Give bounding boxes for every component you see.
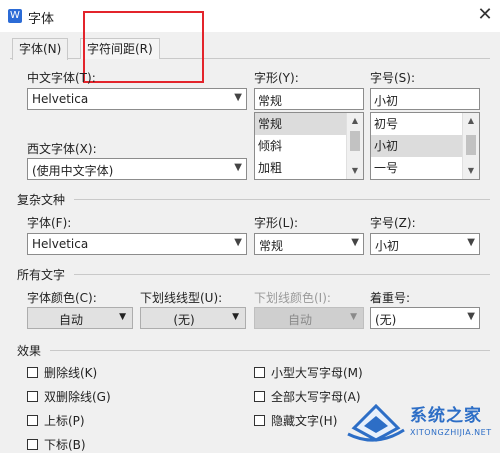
caret-down-icon[interactable]: ▼	[232, 312, 239, 322]
complex-style-value: 常规	[259, 239, 284, 253]
all-text-heading: 所有文字	[17, 268, 66, 282]
strikethrough-label[interactable]: 删除线(K)	[44, 364, 97, 381]
title-bar	[0, 0, 500, 32]
scroll-down-icon[interactable]: ▼	[463, 163, 479, 179]
list-item[interactable]: 小初	[371, 135, 465, 157]
section-divider	[50, 350, 490, 351]
small-caps-label[interactable]: 小型大写字母(M)	[271, 364, 363, 381]
complex-font-value: Helvetica	[32, 237, 89, 251]
hidden-text-checkbox[interactable]	[254, 415, 265, 426]
double-strikethrough-label[interactable]: 双删除线(G)	[44, 388, 111, 405]
chevron-down-icon[interactable]: ▼	[467, 311, 475, 322]
emphasis-mark-label: 着重号:	[370, 291, 411, 305]
chevron-down-icon[interactable]: ▼	[234, 162, 242, 173]
list-item[interactable]: 一号	[371, 157, 465, 179]
underline-color-dropdown: 自动 ▼	[254, 307, 364, 329]
scroll-up-icon[interactable]: ▲	[463, 113, 479, 129]
west-font-label: 西文字体(X):	[27, 142, 97, 156]
font-color-dropdown[interactable]: 自动 ▼	[27, 307, 133, 329]
wps-app-icon: W	[8, 9, 22, 23]
chevron-down-icon[interactable]: ▼	[467, 237, 475, 248]
font-style-scrollbar[interactable]: ▲ ▼	[346, 113, 363, 179]
emphasis-mark-value: (无)	[375, 313, 397, 327]
font-size-value: 小初	[374, 94, 399, 108]
underline-color-value: 自动	[287, 313, 312, 327]
chevron-down-icon[interactable]: ▼	[234, 237, 242, 248]
superscript-label[interactable]: 上标(P)	[44, 412, 85, 429]
complex-size-combo[interactable]: 小初 ▼	[370, 233, 480, 255]
complex-size-value: 小初	[375, 239, 400, 253]
watermark-name: 系统之家	[410, 406, 482, 426]
close-icon[interactable]: ✕	[474, 4, 496, 26]
small-caps-checkbox[interactable]	[254, 367, 265, 378]
scroll-thumb[interactable]	[466, 135, 476, 155]
font-style-label: 字形(Y):	[254, 71, 299, 85]
complex-heading: 复杂文种	[17, 193, 66, 207]
font-size-list[interactable]: 初号 小初 一号 ▲ ▼	[370, 112, 480, 180]
window-title: 字体	[28, 12, 55, 27]
superscript-checkbox[interactable]	[27, 415, 38, 426]
subscript-checkbox[interactable]	[27, 439, 38, 450]
highlight-annotation-box	[83, 11, 204, 83]
chevron-down-icon[interactable]: ▼	[351, 237, 359, 248]
cn-font-label: 中文字体(T):	[27, 71, 96, 85]
list-item[interactable]: 初号	[371, 113, 465, 135]
font-size-label: 字号(S):	[370, 71, 416, 85]
all-caps-checkbox[interactable]	[254, 391, 265, 402]
complex-style-combo[interactable]: 常规 ▼	[254, 233, 364, 255]
west-font-combo[interactable]: (使用中文字体) ▼	[27, 158, 247, 180]
cn-font-value: Helvetica	[32, 92, 89, 106]
scroll-up-icon[interactable]: ▲	[347, 113, 363, 129]
watermark-domain: XITONGZHIJIA.NET	[410, 428, 492, 437]
subscript-label[interactable]: 下标(B)	[44, 436, 86, 453]
list-item[interactable]: 倾斜	[255, 135, 349, 157]
effects-heading: 效果	[17, 344, 42, 358]
font-size-scrollbar[interactable]: ▲ ▼	[462, 113, 479, 179]
emphasis-mark-combo[interactable]: (无) ▼	[370, 307, 480, 329]
caret-down-icon: ▼	[350, 312, 357, 322]
underline-style-label: 下划线线型(U):	[140, 291, 223, 305]
scroll-thumb[interactable]	[350, 131, 360, 151]
watermark-logo-icon	[347, 403, 405, 442]
underline-style-dropdown[interactable]: (无) ▼	[140, 307, 246, 329]
chevron-down-icon[interactable]: ▼	[234, 92, 242, 103]
complex-font-label: 字体(F):	[27, 216, 72, 230]
font-style-value: 常规	[258, 94, 283, 108]
list-item[interactable]: 常规	[255, 113, 349, 135]
font-style-input[interactable]: 常规	[254, 88, 364, 110]
section-divider	[74, 199, 490, 200]
font-color-label: 字体颜色(C):	[27, 291, 97, 305]
hidden-text-label[interactable]: 隐藏文字(H)	[271, 412, 337, 429]
complex-style-label: 字形(L):	[254, 216, 299, 230]
scroll-down-icon[interactable]: ▼	[347, 163, 363, 179]
font-color-value: 自动	[58, 313, 83, 327]
list-item[interactable]: 加粗	[255, 157, 349, 179]
double-strikethrough-checkbox[interactable]	[27, 391, 38, 402]
complex-font-combo[interactable]: Helvetica ▼	[27, 233, 247, 255]
caret-down-icon[interactable]: ▼	[119, 312, 126, 322]
west-font-value: (使用中文字体)	[32, 164, 114, 178]
strikethrough-checkbox[interactable]	[27, 367, 38, 378]
complex-size-label: 字号(Z):	[370, 216, 416, 230]
font-size-input[interactable]: 小初	[370, 88, 480, 110]
font-style-list[interactable]: 常规 倾斜 加粗 ▲ ▼	[254, 112, 364, 180]
section-divider	[74, 274, 490, 275]
cn-font-combo[interactable]: Helvetica ▼	[27, 88, 247, 110]
tab-font[interactable]: 字体(N)	[12, 38, 69, 60]
underline-style-value: (无)	[173, 313, 195, 327]
underline-color-label: 下划线颜色(I):	[254, 291, 331, 305]
